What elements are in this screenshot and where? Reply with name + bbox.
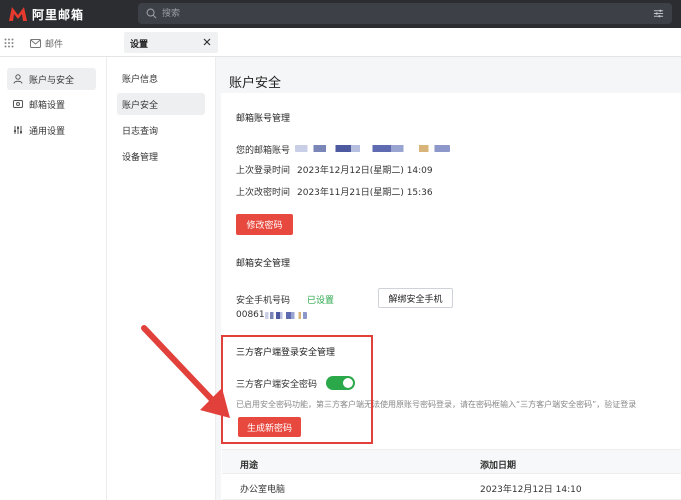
- mail-settings-icon: [13, 100, 23, 108]
- search-input[interactable]: [162, 5, 642, 22]
- security-phone-label: 安全手机号码: [236, 296, 291, 306]
- phone-value-redacted: [265, 312, 307, 319]
- table-cell-purpose: 办公室电脑: [240, 485, 286, 495]
- table-header-purpose: 用途: [240, 461, 259, 471]
- account-value-redacted: [295, 145, 450, 152]
- app-logo[interactable]: 阿里邮箱: [8, 4, 84, 24]
- close-icon[interactable]: [202, 37, 212, 47]
- account-label: 您的邮箱账号: [236, 146, 291, 156]
- sub-item-label: 设备管理: [122, 152, 159, 163]
- page-title: 账户安全: [229, 76, 282, 91]
- app-password-table-header: 用途 添加日期: [222, 449, 681, 474]
- table-row[interactable]: 办公室电脑 2023年12月12日 14:10: [222, 474, 681, 500]
- sub-item-log-query[interactable]: 日志查询: [117, 119, 205, 141]
- sub-item-label: 账户信息: [122, 74, 159, 85]
- user-icon: [13, 74, 23, 84]
- sub-item-account-security[interactable]: 账户安全: [117, 93, 205, 115]
- account-section-title: 邮箱账号管理: [236, 114, 291, 124]
- nav-item-general-settings[interactable]: 通用设置: [7, 119, 96, 141]
- last-login-value: 2023年12月12日(星期二) 14:09: [297, 166, 433, 176]
- search-box[interactable]: [138, 3, 672, 24]
- nav-item-account-security[interactable]: 账户与安全: [7, 68, 96, 90]
- app-name: 阿里邮箱: [32, 7, 85, 22]
- top-bar: 阿里邮箱: [0, 0, 681, 28]
- change-password-button[interactable]: 修改密码: [236, 214, 293, 235]
- sub-item-label: 账户安全: [122, 100, 159, 111]
- sliders-icon: [14, 126, 22, 134]
- tab-settings-label: 设置: [130, 40, 149, 50]
- nav-item-label: 账户与安全: [29, 75, 75, 86]
- last-login-label: 上次登录时间: [236, 166, 291, 176]
- logo-mark-icon: [9, 7, 27, 21]
- last-password-change-label: 上次改密时间: [236, 188, 291, 198]
- filter-icon[interactable]: [653, 8, 664, 19]
- annotation-arrow-icon: [141, 325, 230, 418]
- annotation-highlight-box: [221, 335, 373, 444]
- security-section-title: 邮箱安全管理: [236, 259, 291, 269]
- sub-item-label: 日志查询: [122, 126, 159, 137]
- settings-left-nav: 账户与安全 邮箱设置 通用设置: [0, 57, 107, 500]
- nav-item-label: 通用设置: [29, 126, 66, 137]
- last-password-change-value: 2023年11月21日(星期二) 15:36: [297, 188, 433, 198]
- apps-grid-icon[interactable]: [4, 38, 14, 48]
- table-header-date: 添加日期: [480, 461, 517, 471]
- security-phone-value: 00861: [236, 310, 265, 320]
- tab-settings[interactable]: 设置: [124, 32, 218, 53]
- unbind-phone-button[interactable]: 解绑安全手机: [378, 288, 453, 308]
- sub-item-device-management[interactable]: 设备管理: [117, 145, 205, 167]
- tab-strip: 邮件 设置: [0, 28, 681, 57]
- mail-icon: [30, 38, 41, 48]
- settings-sub-nav: 账户信息 账户安全 日志查询 设备管理: [107, 57, 216, 500]
- tab-mail-label: 邮件: [45, 39, 64, 50]
- search-icon: [146, 8, 157, 19]
- security-phone-status: 已设置: [307, 296, 335, 306]
- nav-item-label: 邮箱设置: [29, 100, 66, 111]
- nav-item-mailbox-settings[interactable]: 邮箱设置: [7, 93, 96, 115]
- sub-item-account-info[interactable]: 账户信息: [117, 67, 205, 89]
- tab-mail[interactable]: 邮件: [30, 36, 63, 50]
- table-cell-date: 2023年12月12日 14:10: [480, 485, 582, 495]
